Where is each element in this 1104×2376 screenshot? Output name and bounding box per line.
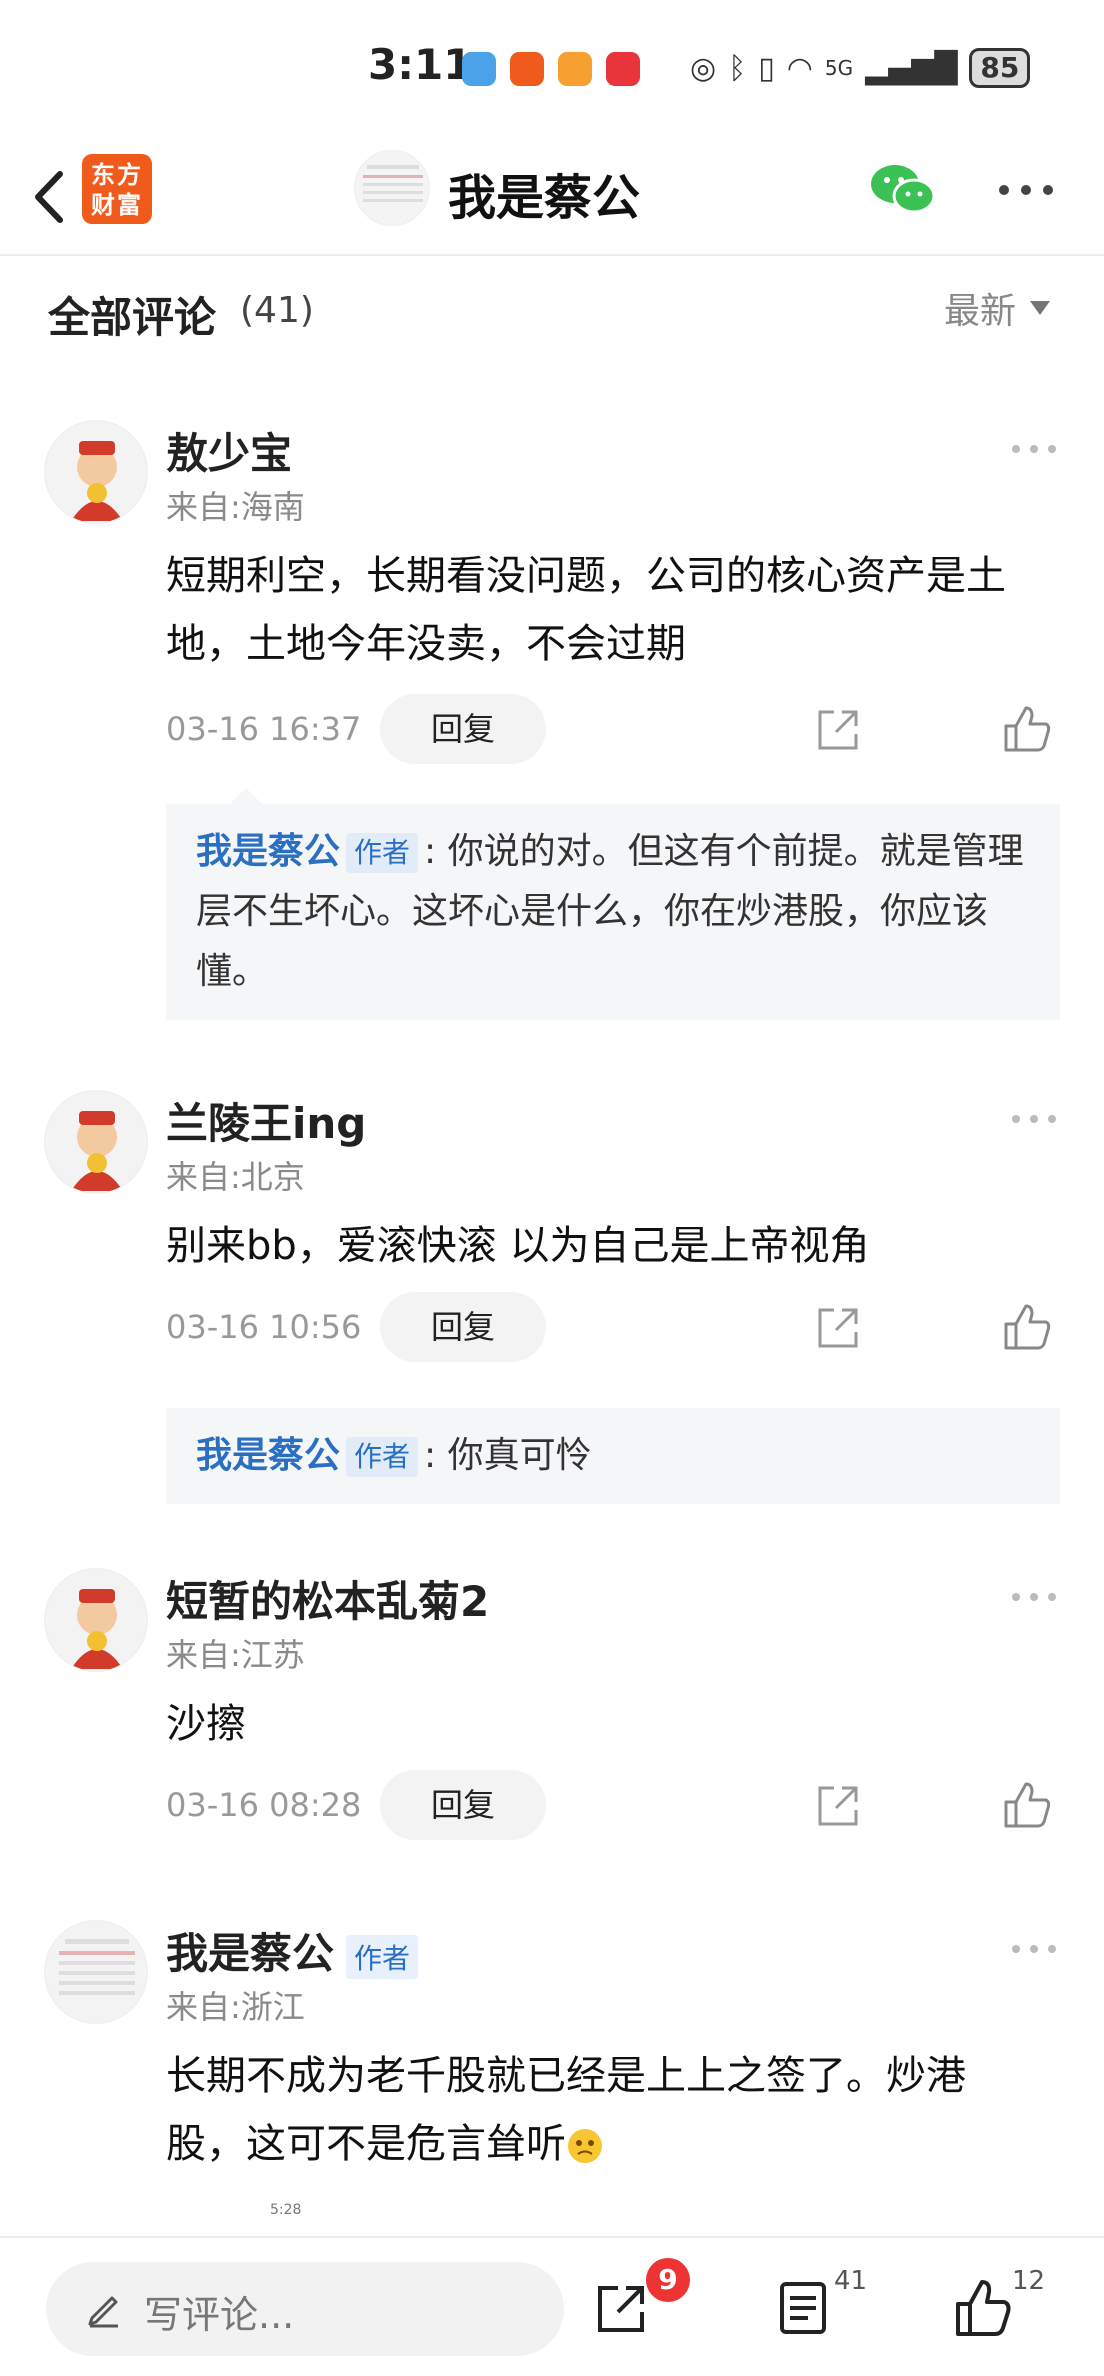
comment-input[interactable]: 写评论... xyxy=(46,2262,564,2356)
reply-button[interactable]: 回复 xyxy=(380,694,546,764)
app-notification-icon xyxy=(606,52,640,86)
thumbs-up-icon[interactable] xyxy=(1002,1302,1052,1352)
thumbs-up-icon[interactable] xyxy=(952,2278,1012,2338)
page-title: 我是蔡公 xyxy=(448,170,641,226)
emoji-icon xyxy=(568,2129,602,2163)
comment-location: 来自:江苏 xyxy=(166,1636,305,1674)
share-icon[interactable] xyxy=(592,2278,652,2338)
more-icon[interactable] xyxy=(1010,442,1058,456)
top-nav: 东方财富 我是蔡公 xyxy=(0,140,1104,256)
comments-count: (41) xyxy=(240,290,314,331)
reply-button[interactable]: 回复 xyxy=(380,1770,546,1840)
app-notification-icon xyxy=(510,52,544,86)
reply-text: : 你真可怜 xyxy=(424,1435,592,1476)
status-app-icons xyxy=(462,52,640,86)
comment-body: 长期不成为老千股就已经是上上之签了。炒港股，这可不是危言耸听 xyxy=(166,2042,1036,2178)
avatar[interactable] xyxy=(354,150,430,226)
like-count: 12 xyxy=(1012,2266,1046,2296)
comment-timestamp: 03-16 08:28 xyxy=(166,1786,362,1824)
share-icon[interactable] xyxy=(814,1304,862,1352)
comment-location: 来自:北京 xyxy=(166,1158,305,1196)
comment-body: 沙擦 xyxy=(166,1701,246,1747)
share-icon[interactable] xyxy=(814,706,862,754)
status-bar: 3:11 ◎ ᛒ ▯ ◠ 5G ▂▄▆█ 85 xyxy=(0,0,1104,140)
status-time: 3:11 xyxy=(368,40,473,89)
network-label: 5G xyxy=(824,56,854,80)
sort-label: 最新 xyxy=(944,291,1017,332)
comment-location: 来自:海南 xyxy=(166,488,305,526)
comment-location: 来自:浙江 xyxy=(166,1988,305,2026)
comment-timestamp: 03-16 10:56 xyxy=(166,1308,362,1346)
comments-heading: 全部评论 xyxy=(48,293,217,342)
bottom-action-bar: 写评论... 9 41 12 xyxy=(0,2236,1104,2376)
comment-count: 41 xyxy=(834,2266,868,2296)
thumbs-up-icon[interactable] xyxy=(1002,704,1052,754)
vibrate-icon: ▯ xyxy=(758,50,775,86)
comment-timestamp: 03-16 16:37 xyxy=(166,710,362,748)
app-notification-icon xyxy=(462,52,496,86)
bluetooth-icon: ᛒ xyxy=(728,50,747,86)
sort-dropdown[interactable]: 最新 xyxy=(944,282,1051,334)
avatar[interactable] xyxy=(44,1090,148,1194)
status-icons: ◎ ᛒ ▯ ◠ 5G ▂▄▆█ 85 xyxy=(690,48,1031,88)
comment-input-placeholder: 写评论... xyxy=(144,2293,295,2337)
more-icon[interactable] xyxy=(996,180,1056,200)
more-icon[interactable] xyxy=(1010,1942,1058,1956)
reply-author-name[interactable]: 我是蔡公 xyxy=(196,1435,340,1476)
embedded-image-preview[interactable]: 5:28 xyxy=(270,2202,301,2218)
comment-body: 别来bb，爱滚快滚 以为自己是上帝视角 xyxy=(166,1223,870,1269)
author-badge: 作者 xyxy=(346,1437,419,1477)
avatar[interactable] xyxy=(44,1920,148,2024)
nfc-icon: ◎ xyxy=(690,50,717,86)
comment-username-text: 我是蔡公 xyxy=(166,1929,335,1978)
battery-icon: 85 xyxy=(969,48,1031,88)
app-notification-icon xyxy=(558,52,592,86)
author-reply[interactable]: 我是蔡公 作者: 你真可怜 xyxy=(166,1408,1060,1504)
avatar[interactable] xyxy=(44,420,148,524)
author-badge: 作者 xyxy=(346,833,419,873)
comment-body: 短期利空，长期看没问题，公司的核心资产是土地，土地今年没卖，不会过期 xyxy=(166,553,1006,667)
wechat-icon[interactable] xyxy=(868,160,938,220)
pencil-icon xyxy=(88,2296,118,2328)
reply-author-name[interactable]: 我是蔡公 xyxy=(196,831,340,872)
reply-button[interactable]: 回复 xyxy=(380,1292,546,1362)
share-badge: 9 xyxy=(646,2258,690,2302)
triangle-down-icon xyxy=(1030,301,1051,315)
thumbs-up-icon[interactable] xyxy=(1002,1780,1052,1830)
comment-username[interactable]: 敖少宝 xyxy=(166,420,292,481)
comment-list-icon[interactable] xyxy=(774,2278,834,2338)
back-arrow-icon[interactable] xyxy=(22,162,82,232)
more-icon[interactable] xyxy=(1010,1112,1058,1126)
author-reply[interactable]: 我是蔡公 作者: 你说的对。但这有个前提。就是管理层不生坏心。这坏心是什么，你在炒… xyxy=(166,804,1060,1020)
reply-notch xyxy=(230,788,262,804)
avatar[interactable] xyxy=(44,1568,148,1672)
comment-username[interactable]: 短暂的松本乱菊2 xyxy=(166,1568,489,1629)
comment-username[interactable]: 我是蔡公 作者 xyxy=(166,1920,419,1981)
brand-logo[interactable]: 东方财富 xyxy=(82,154,152,224)
comment-username[interactable]: 兰陵王ing xyxy=(166,1090,366,1151)
author-badge: 作者 xyxy=(346,1934,419,1979)
more-icon[interactable] xyxy=(1010,1590,1058,1604)
wifi-icon: ◠ xyxy=(786,50,813,86)
signal-icon: ▂▄▆█ xyxy=(865,50,958,86)
share-icon[interactable] xyxy=(814,1782,862,1830)
